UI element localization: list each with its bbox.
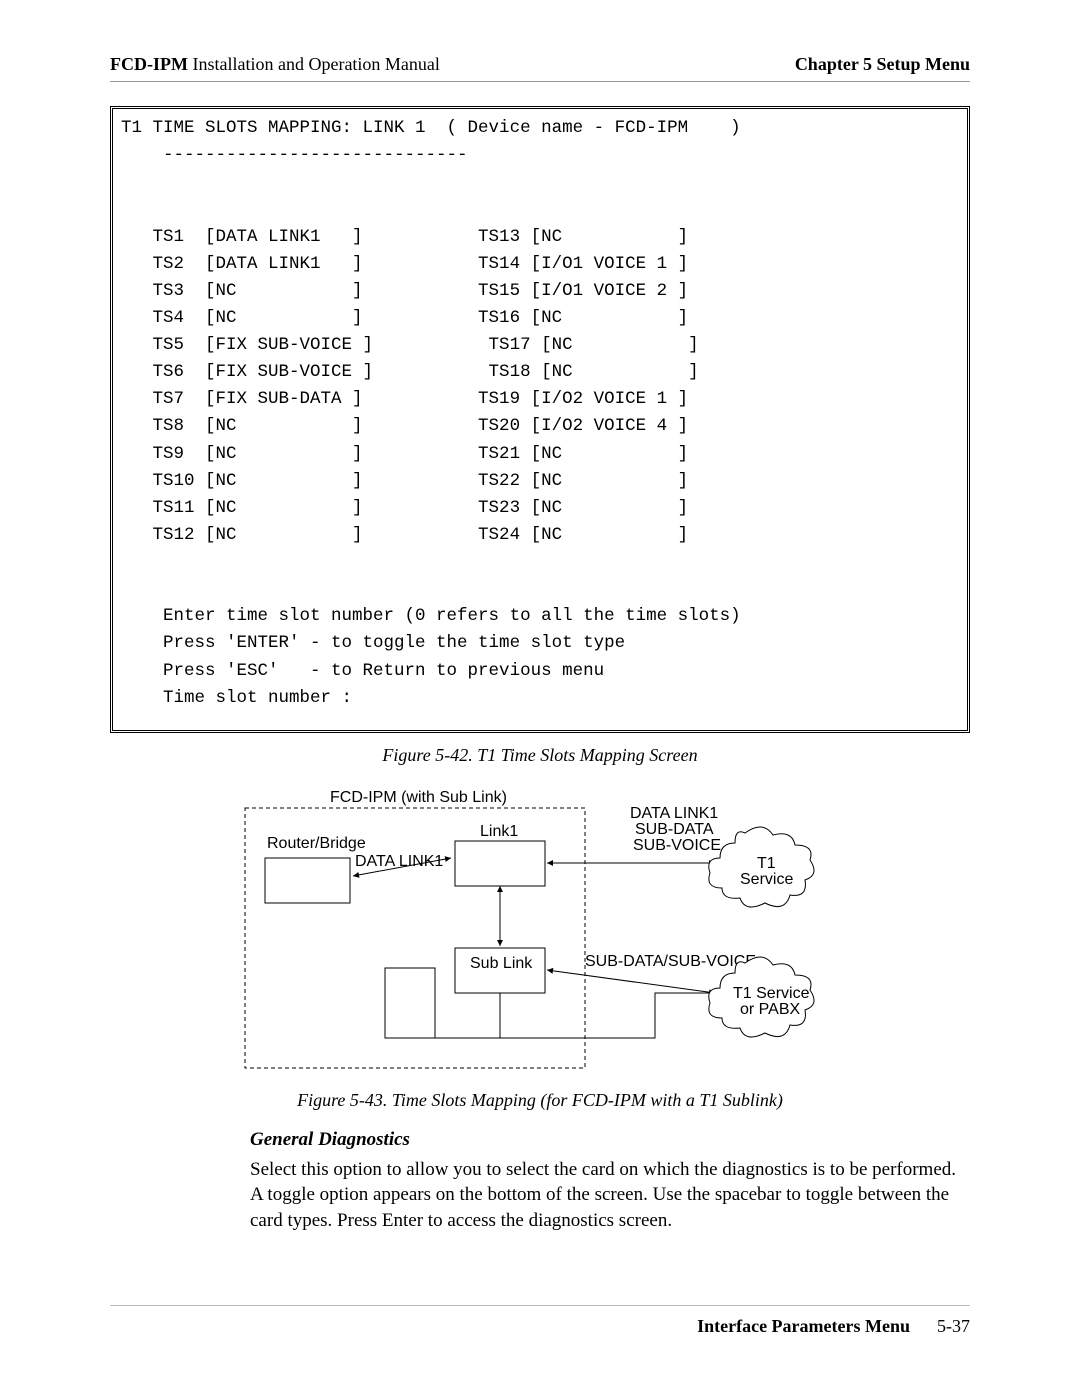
terminal-screen: T1 TIME SLOTS MAPPING: LINK 1 ( Device n…: [110, 106, 970, 733]
section-general-diagnostics-title: General Diagnostics: [250, 1129, 970, 1151]
sub-right-label: SUB-DATA/SUB-VOICE: [585, 953, 756, 970]
footer-section: Interface Parameters Menu: [697, 1316, 910, 1336]
figure-5-43-caption: Figure 5-43. Time Slots Mapping (for FCD…: [110, 1090, 970, 1111]
figure-5-42-caption: Figure 5-42. T1 Time Slots Mapping Scree…: [110, 745, 970, 766]
doc-title: Installation and Operation Manual: [188, 54, 440, 74]
figure-5-43-diagram: FCD-IPM (with Sub Link) Router/Bridge Li…: [235, 788, 845, 1078]
header-right: Chapter 5 Setup Menu: [795, 54, 970, 75]
link1-label: Link1: [480, 823, 518, 840]
footer-page: 5-37: [937, 1316, 970, 1336]
diagram-outer-label: FCD-IPM (with Sub Link): [330, 789, 507, 806]
header-left: FCD-IPM Installation and Operation Manua…: [110, 54, 440, 75]
cloud-t1-service: T1 Service: [709, 827, 814, 907]
product-name: FCD-IPM: [110, 54, 188, 74]
section-general-diagnostics-body: Select this option to allow you to selec…: [250, 1157, 970, 1234]
router-label: Router/Bridge: [267, 835, 366, 852]
sublink-label: Sub Link: [470, 955, 533, 972]
page-header: FCD-IPM Installation and Operation Manua…: [110, 54, 970, 82]
top-right-label: DATA LINK1 SUB-DATA SUB-VOICE: [630, 805, 723, 854]
page-footer: Interface Parameters Menu 5-37: [110, 1305, 970, 1337]
